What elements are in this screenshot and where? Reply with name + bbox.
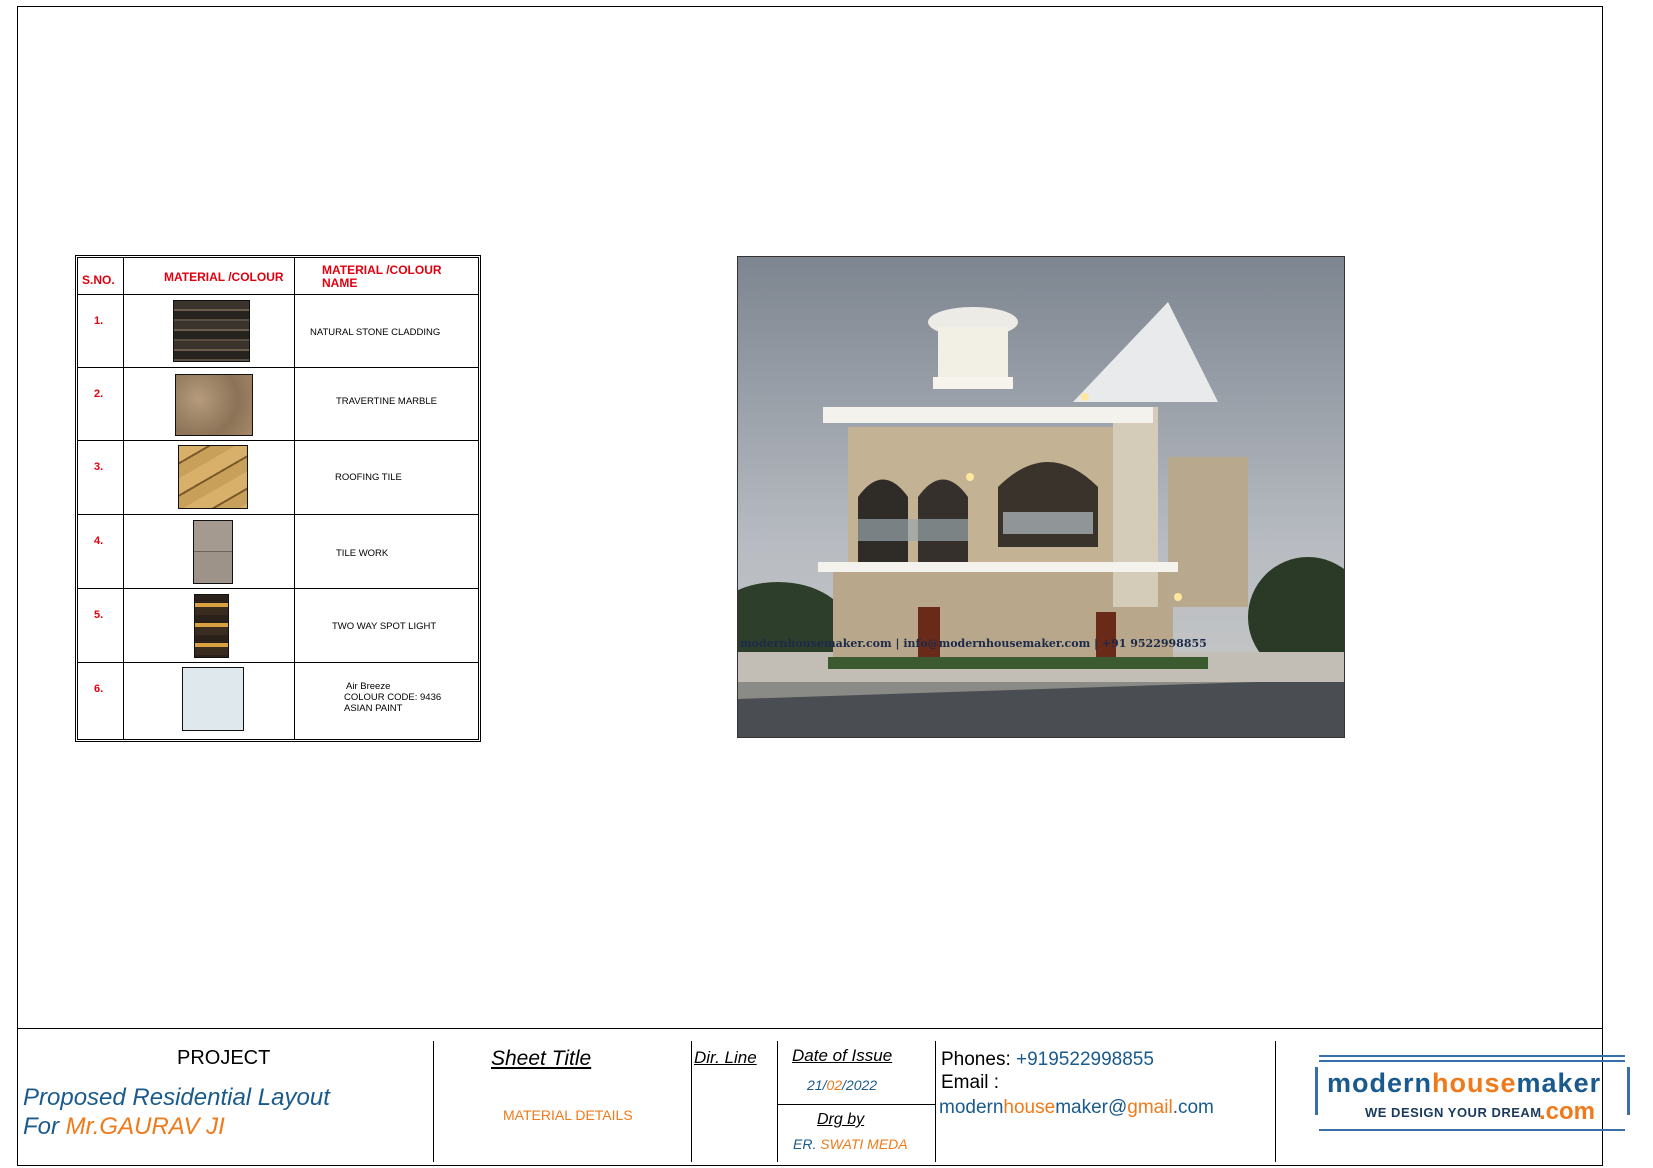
row-material-name: TRAVERTINE MARBLE bbox=[336, 396, 438, 407]
drawn-by-name: SWATI MEDA bbox=[820, 1136, 908, 1152]
row-material-name: TWO WAY SPOT LIGHT bbox=[332, 621, 437, 632]
client-name: Mr.GAURAV JI bbox=[65, 1113, 225, 1140]
logo-rule bbox=[1319, 1055, 1625, 1057]
row-material-name-line: COLOUR CODE: 9436 bbox=[344, 692, 442, 703]
table-row: 2. TRAVERTINE MARBLE bbox=[78, 368, 478, 441]
roofing-tile-swatch bbox=[178, 445, 248, 509]
date-month: 02 bbox=[826, 1077, 843, 1093]
row-material-name: TILE WORK bbox=[336, 548, 389, 559]
title-block: PROJECT Proposed Residential Layout For … bbox=[17, 1028, 1630, 1166]
date-of-issue-value: 21/02/2022 bbox=[807, 1077, 877, 1093]
spot-light-swatch bbox=[194, 594, 229, 658]
table-row: 6. Air Breeze COLOUR CODE: 9436 ASIAN PA… bbox=[78, 663, 478, 739]
logo-part: house bbox=[1432, 1068, 1517, 1098]
title-block-divider bbox=[935, 1041, 936, 1162]
row-sno: 6. bbox=[94, 683, 104, 695]
email-part: .com bbox=[1172, 1097, 1214, 1118]
email-label: Email : bbox=[941, 1072, 1000, 1093]
table-row: 4. TILE WORK bbox=[78, 515, 478, 589]
logo-part: modern bbox=[1327, 1068, 1433, 1098]
logo-tld: .com bbox=[1539, 1098, 1596, 1125]
house-render-illustration: modernhousemaker.com | info@modernhousem… bbox=[738, 257, 1344, 737]
sheet-title-label: Sheet Title bbox=[491, 1047, 592, 1070]
phone-number[interactable]: +919522998855 bbox=[1016, 1049, 1154, 1070]
table-row: 1. NATURAL STONE CLADDING bbox=[78, 295, 478, 368]
table-row: 3. ROOFING TILE bbox=[78, 441, 478, 515]
drawn-by-value: ER. SWATI MEDA bbox=[793, 1136, 908, 1152]
header-material: MATERIAL /COLOUR bbox=[164, 270, 284, 284]
header-sno: S.NO. bbox=[82, 273, 115, 287]
sheet-title-value: MATERIAL DETAILS bbox=[503, 1107, 633, 1123]
title-block-divider bbox=[1275, 1041, 1276, 1162]
project-label: PROJECT bbox=[177, 1047, 271, 1069]
travertine-swatch bbox=[175, 374, 253, 436]
title-block-divider bbox=[777, 1041, 778, 1162]
email-part: modern bbox=[939, 1097, 1004, 1118]
email-part: gmail bbox=[1127, 1097, 1173, 1118]
logo-part: maker bbox=[1516, 1068, 1602, 1098]
phones-line: Phones: +919522998855 bbox=[941, 1049, 1154, 1071]
logo-rule bbox=[1627, 1067, 1630, 1115]
drawn-by-prefix: ER. bbox=[793, 1136, 821, 1152]
tile-work-swatch bbox=[193, 520, 233, 584]
row-sno: 3. bbox=[94, 461, 104, 473]
logo-rule bbox=[1315, 1067, 1318, 1115]
date-drg-divider bbox=[777, 1104, 935, 1105]
row-material-name-line: ASIAN PAINT bbox=[344, 703, 403, 714]
table-header-row: S.NO. MATERIAL /COLOUR MATERIAL /COLOUR … bbox=[78, 258, 478, 295]
email-address[interactable]: modernhousemaker@gmail.com bbox=[939, 1097, 1214, 1119]
row-material-name: NATURAL STONE CLADDING bbox=[310, 327, 441, 338]
company-logo: modernhousemaker WE DESIGN YOUR DREAM .c… bbox=[1307, 1043, 1637, 1135]
phones-label: Phones: bbox=[941, 1049, 1011, 1070]
row-sno: 1. bbox=[94, 315, 104, 327]
email-part: maker@ bbox=[1055, 1097, 1128, 1118]
logo-tagline: WE DESIGN YOUR DREAM bbox=[1365, 1105, 1542, 1120]
date-of-issue-label: Date of Issue bbox=[792, 1046, 893, 1065]
material-table: S.NO. MATERIAL /COLOUR MATERIAL /COLOUR … bbox=[75, 255, 481, 742]
logo-rule bbox=[1319, 1060, 1625, 1062]
title-block-divider bbox=[691, 1041, 692, 1162]
row-sno: 4. bbox=[94, 535, 104, 547]
email-part: house bbox=[1003, 1097, 1056, 1118]
air-breeze-swatch bbox=[182, 667, 244, 731]
header-name-line2: NAME bbox=[322, 276, 358, 290]
row-material-name: ROOFING TILE bbox=[335, 472, 402, 483]
project-client-line: For Mr.GAURAV JI bbox=[23, 1113, 225, 1141]
row-material-name-line: Air Breeze bbox=[346, 681, 391, 692]
project-name: Proposed Residential Layout bbox=[23, 1084, 330, 1111]
logo-wordmark: modernhousemaker bbox=[1327, 1068, 1601, 1099]
title-block-divider bbox=[433, 1041, 434, 1162]
render-watermark: modernhousemaker.com | info@modernhousem… bbox=[740, 637, 1207, 650]
date-day: 21/ bbox=[807, 1077, 827, 1093]
date-year: /2022 bbox=[842, 1077, 878, 1093]
dir-line-label: Dir. Line bbox=[694, 1048, 757, 1067]
stone-cladding-swatch bbox=[173, 300, 250, 362]
drawn-by-label: Drg by bbox=[817, 1111, 865, 1128]
row-sno: 5. bbox=[94, 609, 104, 621]
for-text: For bbox=[23, 1113, 66, 1140]
house-render-image: modernhousemaker.com | info@modernhousem… bbox=[737, 256, 1345, 738]
logo-rule bbox=[1319, 1129, 1625, 1131]
row-sno: 2. bbox=[94, 388, 104, 400]
table-row: 5. TWO WAY SPOT LIGHT bbox=[78, 589, 478, 663]
